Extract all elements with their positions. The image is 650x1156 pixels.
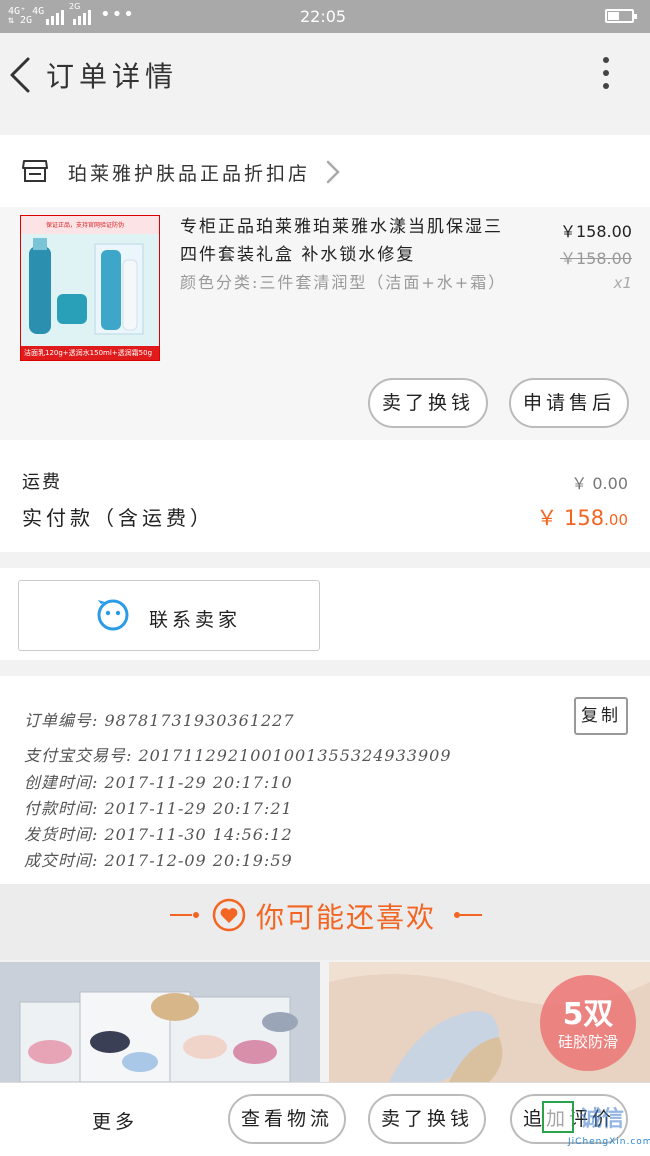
paid-amount: ￥ 158.00 [536,502,628,532]
apply-after-sale-button[interactable]: 申请售后 [509,378,629,428]
created-time: 创建时间: 2017-11-29 20:17:10 [24,773,293,792]
contact-seller-button[interactable]: 联系卖家 [18,580,320,651]
completed-time: 成交时间: 2017-12-09 20:19:59 [24,851,293,870]
watermark-text: 诚信 [580,1107,625,1132]
page-title: 订单详情 [46,60,179,93]
watermark-logo-icon [542,1101,574,1133]
notification-dots: ••• [100,4,135,25]
product-image-bottom-text: 洁面乳120g+透润水150ml+透润霜50g [24,349,153,357]
sell-for-cash-bottom-button[interactable]: 卖了换钱 [368,1094,486,1144]
order-totals: 运费 ￥ 0.00 实付款（含运费） ￥ 158.00 [0,440,650,552]
promo-badge: 5双 硅胶防滑 [540,975,636,1071]
order-number: 订单编号: 98781731930361227 [24,711,295,730]
paid-currency: ￥ [536,506,558,530]
contact-area: 联系卖家 [0,568,650,660]
product-sku: 颜色分类:三件套清润型（洁面+水+霜） [180,273,507,292]
more-button[interactable]: 更多 [92,1107,138,1134]
alipay-trade-number: 支付宝交易号: 2017112921001001355324933909 [24,746,452,765]
paid-time: 付款时间: 2017-11-29 20:17:21 [24,799,293,818]
product-original-price: ￥158.00 [560,249,632,268]
product-card[interactable]: 保证正品，支持官网验证防伪 洁面乳120g+透润水150ml+透润霜50g 专柜… [0,207,650,440]
product-image-top-text: 保证正品，支持官网验证防伪 [46,222,125,229]
copy-order-number-button[interactable]: 复制 [574,697,628,735]
app-header: 订单详情 [0,33,650,119]
chat-bubble-icon [97,599,129,631]
battery-icon [605,9,637,23]
recommend-header: 你可能还喜欢 [0,884,650,960]
back-arrow-icon[interactable] [8,55,32,95]
shop-name[interactable]: 珀莱雅护肤品正品折扣店 [68,159,310,186]
more-menu-icon[interactable] [594,57,618,97]
product-name[interactable]: 专柜正品珀莱雅珀莱雅水漾当肌保湿三四件套装礼盒 补水锁水修复 [180,213,510,269]
site-watermark: 诚信 JiChengXin.com [530,1089,650,1151]
promo-badge-text: 硅胶防滑 [557,1033,618,1051]
promo-badge-count: 5双 [562,997,614,1032]
shipped-time: 发货时间: 2017-11-30 14:56:12 [24,825,293,844]
product-image[interactable]: 保证正品，支持官网验证防伪 洁面乳120g+透润水150ml+透润霜50g [20,215,160,361]
decor-line-left [170,914,192,916]
network-indicator: 4G⁺ 4G ⇅ 2G [8,6,45,26]
paid-label: 实付款（含运费） [22,506,214,530]
recommend-item-silicone-socks[interactable]: 5双 硅胶防滑 [329,962,650,1082]
clock: 22:05 [300,7,347,26]
paid-integer: 158 [564,506,605,530]
contact-seller-label: 联系卖家 [149,609,242,631]
product-quantity: x1 [613,274,632,292]
decor-line-right [460,914,482,916]
shipping-label: 运费 [22,472,62,493]
chevron-right-icon [326,160,340,184]
shop-row[interactable]: 珀莱雅护肤品正品折扣店 [0,135,650,207]
paid-decimal: .00 [604,511,628,529]
recommend-item-socks-box[interactable] [0,962,320,1082]
decor-dot-left [193,912,199,918]
socks-box-image [0,962,320,1082]
recommend-title: 你可能还喜欢 [256,901,437,934]
network-2g-label: 2G [69,2,81,11]
product-price: ￥158.00 [560,222,632,241]
product-bottles-illustration [21,234,159,346]
status-bar: 4G⁺ 4G ⇅ 2G 2G ••• 22:05 [0,0,650,33]
sell-for-cash-button[interactable]: 卖了换钱 [368,378,488,428]
heart-icon [212,898,246,932]
view-logistics-button[interactable]: 查看物流 [228,1094,346,1144]
store-icon [22,160,48,182]
watermark-url: JiChengXin.com [568,1137,650,1147]
order-info: 订单编号: 98781731930361227 支付宝交易号: 20171129… [0,676,650,884]
bottom-action-bar: 更多 查看物流 卖了换钱 追加评价 诚信 JiChengXin.com [0,1082,650,1156]
shipping-value: ￥ 0.00 [571,474,628,493]
